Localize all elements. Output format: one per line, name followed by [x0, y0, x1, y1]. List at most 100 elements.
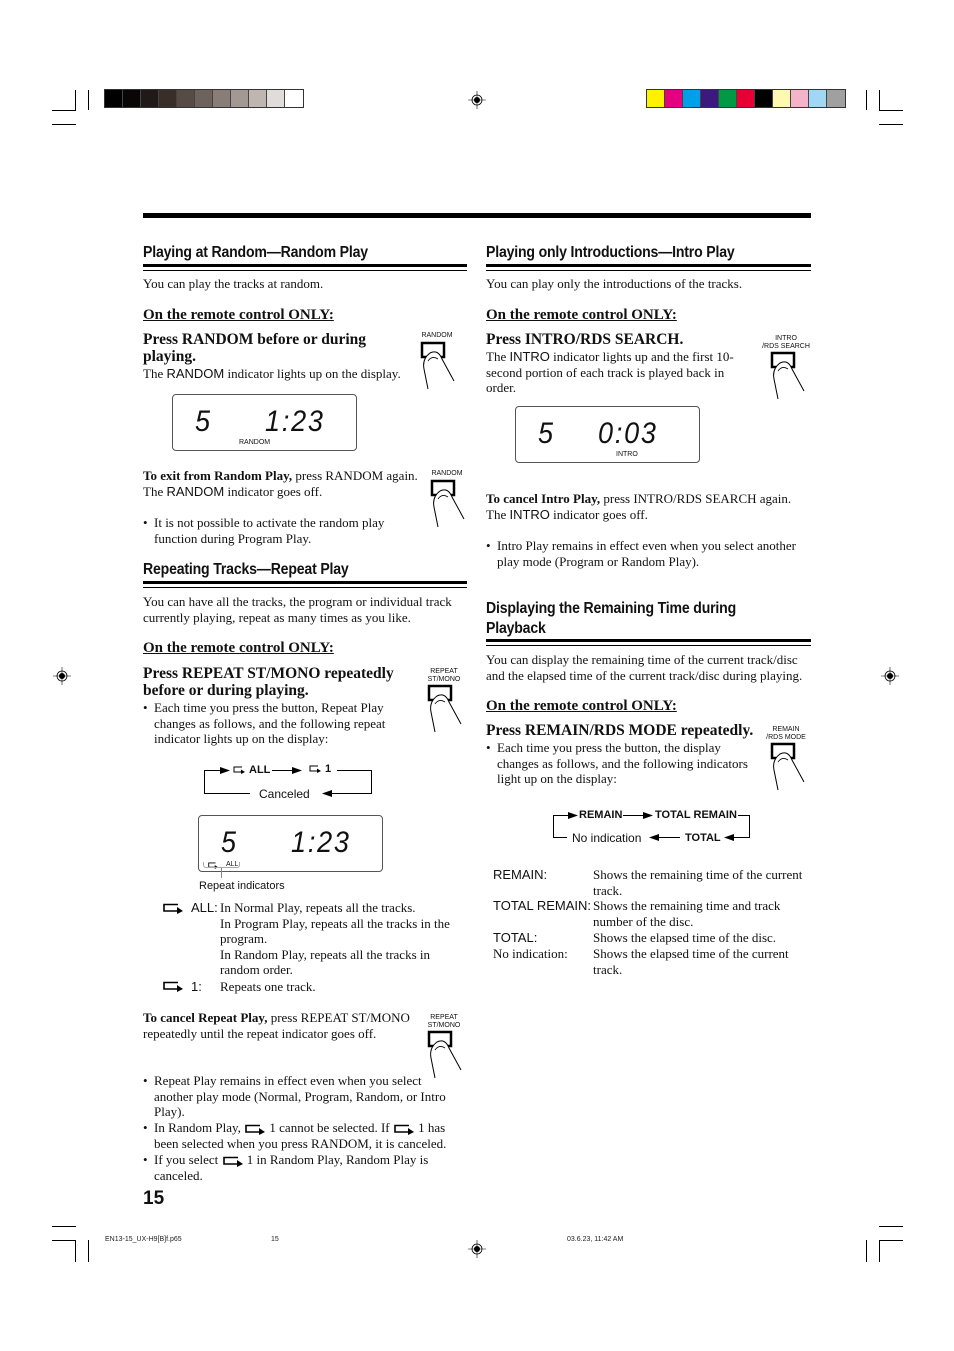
random-note: It is not possible to activate the rando…	[143, 515, 403, 546]
lcd-indicator-random: RANDOM	[239, 439, 271, 446]
heading-rule	[486, 645, 811, 646]
section-heading-repeat-play: Repeating Tracks—Repeat Play	[143, 561, 349, 578]
lcd-track-number: 5	[538, 417, 555, 450]
finger-press-button-icon	[770, 351, 805, 400]
crop-mark	[75, 90, 76, 110]
repeat-icon	[233, 766, 245, 774]
color-swatch	[737, 90, 755, 107]
remote-only-label: On the remote control ONLY:	[143, 307, 334, 323]
footer-filename: EN13-15_UX-H9[B]f.p65	[105, 1236, 182, 1243]
finger-press-button-icon	[427, 684, 462, 733]
registration-mark-icon	[468, 91, 486, 109]
color-bar	[646, 89, 846, 108]
flow-item-remain: REMAIN	[579, 809, 623, 821]
remain-button-illustration: REMAIN/RDS MODE	[762, 726, 810, 791]
random-intro: You can play the tracks at random.	[143, 276, 324, 291]
def-desc-one: Repeats one track.	[220, 979, 316, 994]
def-term-no-indication: No indication:	[493, 946, 568, 961]
crop-mark	[879, 110, 903, 111]
flow-item-no-indication: No indication	[572, 831, 642, 845]
crop-mark	[866, 90, 867, 110]
repeat-note: Repeat Play remains in effect even when …	[143, 1073, 453, 1120]
color-swatch	[719, 90, 737, 107]
color-swatch	[809, 90, 827, 107]
arrow-left-icon	[649, 834, 659, 841]
intro-cancel-instructions: To cancel Intro Play, press INTRO/RDS SE…	[486, 491, 792, 522]
remote-only-label: On the remote control ONLY:	[486, 307, 677, 323]
def-desc-total-remain: Shows the remaining time and track numbe…	[593, 898, 781, 929]
repeat-icon	[309, 765, 321, 773]
heading-rule	[143, 587, 467, 588]
intro-step-title: Press INTRO/RDS SEARCH.	[486, 331, 684, 348]
crop-mark	[52, 1226, 76, 1227]
def-term-total-remain: TOTAL REMAIN:	[493, 898, 591, 913]
color-swatch	[213, 90, 231, 107]
color-swatch	[267, 90, 285, 107]
page-number: 15	[143, 1188, 165, 1209]
repeat-button-illustration: REPEAT ST/MONO	[421, 1014, 467, 1079]
arrow-right-icon	[643, 812, 653, 819]
arrow-left-icon	[724, 834, 734, 841]
random-button-illustration: RANDOM	[414, 332, 460, 392]
def-term-one: 1:	[191, 979, 202, 994]
color-swatch	[123, 90, 141, 107]
color-swatch	[141, 90, 159, 107]
crop-mark	[88, 1240, 89, 1262]
footer-page: 15	[271, 1236, 279, 1243]
crop-mark	[88, 90, 89, 110]
color-swatch	[647, 90, 665, 107]
color-swatch	[285, 90, 303, 107]
lcd-time: 0:03	[598, 417, 658, 450]
lcd-display-intro: 5 0:03 INTRO	[515, 406, 700, 463]
intro-intro: You can play only the introductions of t…	[486, 276, 743, 291]
repeat-icon	[394, 1124, 414, 1135]
repeat-button-illustration: REPEAT ST/MONO	[421, 668, 467, 733]
repeat-intro: You can have all the tracks, the program…	[143, 594, 452, 625]
repeat-note: If you select 1 in Random Play, Random P…	[143, 1152, 453, 1183]
arrow-right-icon	[292, 767, 302, 774]
color-swatch	[791, 90, 809, 107]
repeat-icon	[163, 981, 183, 992]
random-step-title: Press RANDOM before or during playing.	[143, 331, 367, 365]
lcd-time: 1:23	[291, 826, 351, 859]
intro-note: Intro Play remains in effect even when y…	[486, 538, 806, 569]
repeat-note: In Random Play, 1 cannot be selected. If…	[143, 1120, 453, 1151]
footer-timestamp: 03.6.23, 11:42 AM	[567, 1236, 624, 1243]
def-term-remain: REMAIN:	[493, 867, 548, 882]
repeat-icon	[163, 903, 183, 914]
finger-press-button-icon	[430, 479, 465, 528]
color-swatch	[231, 90, 249, 107]
heading-rule	[143, 264, 467, 267]
repeat-step-title: Press REPEAT ST/MONO repeatedly before o…	[143, 665, 394, 699]
crop-mark	[879, 1240, 903, 1241]
color-swatch	[701, 90, 719, 107]
crop-mark	[879, 1240, 880, 1262]
crop-mark	[52, 1240, 76, 1241]
indicator-leader-line	[221, 868, 222, 878]
heading-rule	[486, 639, 811, 642]
flow-item-total-remain: TOTAL REMAIN	[655, 809, 737, 821]
arrow-left-icon	[322, 790, 332, 797]
section-heading-intro-play: Playing only Introductions—Intro Play	[486, 244, 735, 261]
color-swatch	[827, 90, 845, 107]
intro-step-desc: The INTRO indicator lights up and the fi…	[486, 349, 734, 396]
color-swatch	[159, 90, 177, 107]
registration-mark-icon	[468, 1240, 486, 1258]
random-exit-instructions: To exit from Random Play, press RANDOM a…	[143, 468, 418, 499]
color-swatch	[177, 90, 195, 107]
page-top-bar	[143, 213, 811, 218]
crop-mark	[52, 110, 76, 111]
lcd-indicator-intro: INTRO	[616, 451, 638, 458]
crop-mark	[879, 1226, 903, 1227]
lcd-display-random: 5 1:23 RANDOM	[172, 394, 357, 451]
def-desc-remain: Shows the remaining time of the current …	[593, 867, 803, 898]
registration-mark-icon	[881, 667, 899, 685]
color-swatch	[665, 90, 683, 107]
crop-mark	[866, 1240, 867, 1262]
repeat-icon	[222, 1156, 243, 1167]
remain-step-title: Press REMAIN/RDS MODE repeatedly.	[486, 722, 754, 739]
arrow-right-icon	[568, 812, 578, 819]
remain-intro: You can display the remaining time of th…	[486, 652, 803, 683]
repeat-cancel-instructions: To cancel Repeat Play, press REPEAT ST/M…	[143, 1010, 410, 1041]
color-swatch	[195, 90, 213, 107]
